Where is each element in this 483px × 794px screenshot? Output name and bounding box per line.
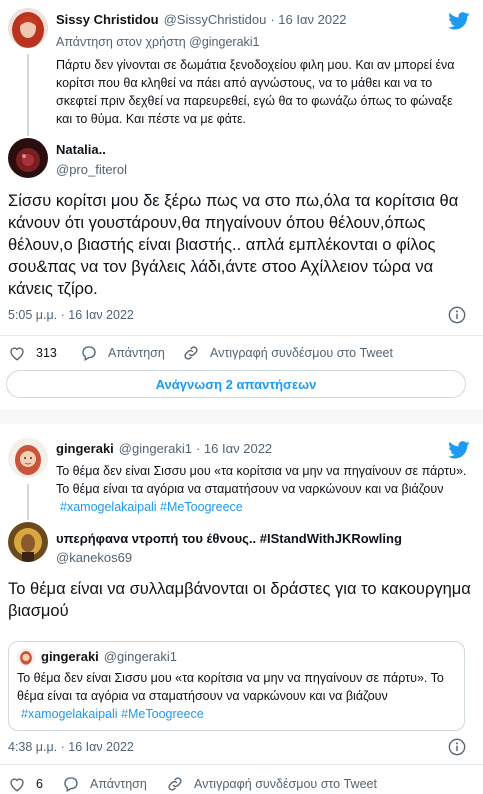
quoted-tweet[interactable]: gingeraki @gingeraki1 Το θέμα δεν είναι … <box>8 641 465 731</box>
reply-icon <box>82 346 96 361</box>
thread-line <box>27 484 29 520</box>
heart-icon <box>10 778 24 792</box>
author-handle[interactable]: @SissyChristidou <box>164 12 267 27</box>
quote-avatar <box>17 648 35 666</box>
tweet-timestamp[interactable]: 4:38 μ.μ. · 16 Ιαν 2022 <box>8 740 134 754</box>
avatar-gingeraki[interactable] <box>8 438 48 478</box>
quote-hashtags[interactable]: #xamogelakaipali #MeToogreece <box>21 707 204 721</box>
author-name[interactable]: Sissy Christidou <box>56 12 159 27</box>
copy-link-button[interactable]: Αντιγραφή συνδέσμου στο Tweet <box>166 775 377 793</box>
thread-line <box>27 54 29 136</box>
author-handle[interactable]: @gingeraki1 <box>119 441 192 456</box>
link-icon <box>184 346 198 360</box>
section-separator <box>0 410 483 424</box>
copy-link-label: Αντιγραφή συνδέσμου στο Tweet <box>210 346 393 360</box>
reply-button[interactable]: Απάντηση <box>62 775 147 793</box>
like-button[interactable]: 6 <box>8 775 43 793</box>
link-icon <box>168 777 182 791</box>
avatar-natalia[interactable] <box>8 138 48 178</box>
author-handle[interactable]: @kanekos69 <box>56 550 132 565</box>
divider <box>0 335 483 336</box>
author-name[interactable]: Natalia.. <box>56 142 106 157</box>
copy-link-button[interactable]: Αντιγραφή συνδέσμου στο Tweet <box>182 344 393 362</box>
author-name[interactable]: υπερήφανα ντροπή του έθνους.. #IStandWit… <box>56 531 402 546</box>
tweet-date[interactable]: · 16 Ιαν 2022 <box>196 441 272 456</box>
info-icon[interactable] <box>448 306 466 329</box>
tweet-text: Πάρτυ δεν γίνονται σε δωμάτια ξενοδοχείο… <box>56 58 455 126</box>
quote-author-name: gingeraki <box>41 649 99 664</box>
quote-body: Το θέμα δεν είναι Σισσυ μου «τα κορίτσια… <box>17 671 444 703</box>
avatar-kanekos[interactable] <box>8 522 48 562</box>
reply-label: Απάντηση <box>108 346 165 360</box>
twitter-bird-icon[interactable] <box>448 441 470 464</box>
tweet-text: Το θέμα είναι να συλλαμβάνονται οι δράστ… <box>8 580 471 620</box>
read-replies-button[interactable]: Ανάγνωση 2 απαντήσεων <box>6 370 466 398</box>
reply-icon <box>64 777 78 792</box>
quote-text: Το θέμα δεν είναι Σισσυ μου «τα κορίτσια… <box>17 669 455 723</box>
reply-button[interactable]: Απάντηση <box>80 344 165 362</box>
tweet-text: Το θέμα δεν είναι Σισσυ μου «τα κορίτσια… <box>56 462 472 516</box>
author-name[interactable]: gingeraki <box>56 441 114 456</box>
author-handle[interactable]: @pro_fiterol <box>56 162 127 177</box>
divider <box>0 764 483 765</box>
heart-icon <box>10 347 24 361</box>
like-button[interactable]: 313 <box>8 344 57 362</box>
tweet-text: Σίσσυ κορίτσι μου δε ξέρω πως να στο πω,… <box>8 192 459 298</box>
reply-to-line: Απάντηση στον χρήστη @gingeraki1 <box>56 35 260 49</box>
quote-author-handle: @gingeraki1 <box>103 649 177 664</box>
like-count: 6 <box>36 777 43 791</box>
info-icon[interactable] <box>448 738 466 761</box>
twitter-bird-icon[interactable] <box>448 12 470 35</box>
tweet-body: Το θέμα δεν είναι Σισσυ μου «τα κορίτσια… <box>56 464 467 496</box>
reply-label: Απάντηση <box>90 777 147 791</box>
copy-link-label: Αντιγραφή συνδέσμου στο Tweet <box>194 777 377 791</box>
avatar-sissy[interactable] <box>8 8 48 48</box>
tweet-timestamp[interactable]: 5:05 μ.μ. · 16 Ιαν 2022 <box>8 308 134 322</box>
like-count: 313 <box>36 346 57 360</box>
tweet-date[interactable]: · 16 Ιαν 2022 <box>270 12 346 27</box>
hashtags[interactable]: #xamogelakaipali #MeToogreece <box>60 500 243 514</box>
